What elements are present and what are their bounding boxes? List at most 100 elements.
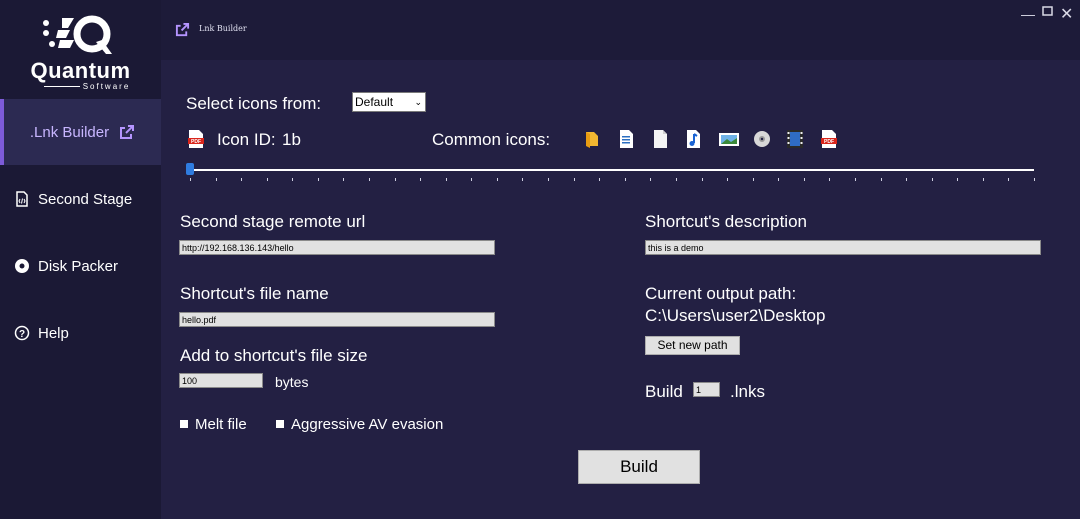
slider-tick bbox=[932, 178, 933, 181]
logo: Quantum Software bbox=[0, 10, 161, 91]
slider-tick bbox=[676, 178, 677, 181]
build-button[interactable]: Build bbox=[578, 450, 700, 484]
close-button[interactable]: ✕ bbox=[1060, 4, 1073, 24]
file-size-unit: bytes bbox=[275, 374, 309, 390]
slider-tick bbox=[957, 178, 958, 181]
slider-tick bbox=[804, 178, 805, 181]
slider-tick bbox=[829, 178, 830, 181]
slider-tick bbox=[625, 178, 626, 181]
external-link-icon bbox=[175, 22, 190, 42]
maximize-button[interactable] bbox=[1042, 4, 1053, 20]
slider-tick bbox=[471, 178, 472, 181]
slider-tick bbox=[292, 178, 293, 181]
sidebar-item-second-stage[interactable]: Second Stage bbox=[0, 174, 161, 224]
music-icon[interactable] bbox=[685, 130, 701, 148]
sidebar-item-label: Second Stage bbox=[38, 190, 133, 208]
disc-icon bbox=[14, 258, 30, 274]
slider-tick bbox=[650, 178, 651, 181]
svg-text:PDF: PDF bbox=[191, 139, 201, 145]
slider-tick bbox=[369, 178, 370, 181]
slider-tick bbox=[727, 178, 728, 181]
sidebar-item-lnk-builder[interactable]: .Lnk Builder bbox=[0, 99, 161, 165]
sidebar-item-label: .Lnk Builder bbox=[29, 123, 110, 141]
slider-tick bbox=[318, 178, 319, 181]
code-file-icon bbox=[14, 191, 30, 207]
quantum-logo-icon bbox=[43, 15, 112, 54]
slider-tick bbox=[267, 178, 268, 181]
blank-page-icon[interactable] bbox=[652, 130, 668, 148]
slider-tick bbox=[241, 178, 242, 181]
minimize-button[interactable]: — bbox=[1021, 6, 1035, 22]
slider-tick bbox=[446, 178, 447, 181]
slider-tick bbox=[1008, 178, 1009, 181]
description-label: Shortcut's description bbox=[645, 212, 807, 231]
slider-tick bbox=[881, 178, 882, 181]
av-evasion-label: Aggressive AV evasion bbox=[291, 416, 444, 433]
title-bar bbox=[161, 0, 1080, 60]
pdf-icon[interactable]: PDF bbox=[821, 130, 837, 148]
build-count-prefix: Build bbox=[645, 382, 683, 401]
question-circle-icon: ? bbox=[14, 325, 30, 341]
file-size-input[interactable]: 100 bbox=[179, 373, 263, 388]
description-input[interactable]: this is a demo bbox=[645, 240, 1041, 255]
icon-slider-track[interactable] bbox=[186, 169, 1034, 171]
slider-tick bbox=[216, 178, 217, 181]
av-evasion-checkbox[interactable] bbox=[276, 420, 284, 428]
slider-tick bbox=[906, 178, 907, 181]
melt-file-label: Melt file bbox=[195, 416, 247, 433]
icon-id-label: Icon ID: bbox=[217, 130, 276, 149]
sidebar-item-label: Help bbox=[38, 324, 69, 342]
slider-tick bbox=[497, 178, 498, 181]
remote-url-input[interactable]: http://192.168.136.143/hello bbox=[179, 240, 495, 255]
slider-tick bbox=[395, 178, 396, 181]
slider-tick bbox=[548, 178, 549, 181]
slider-tick bbox=[702, 178, 703, 181]
pdf-icon: PDF bbox=[188, 130, 204, 153]
slider-tick bbox=[343, 178, 344, 181]
folder-icon[interactable] bbox=[584, 130, 600, 148]
external-link-icon bbox=[119, 124, 135, 140]
common-icons-label: Common icons: bbox=[432, 130, 551, 149]
slider-tick bbox=[190, 178, 191, 181]
icon-id-value: 1b bbox=[282, 130, 301, 149]
slider-tick bbox=[753, 178, 754, 181]
logo-subtitle: Software bbox=[82, 82, 131, 91]
slider-tick bbox=[522, 178, 523, 181]
sidebar-item-label: Disk Packer bbox=[38, 257, 119, 275]
sidebar-item-disk-packer[interactable]: Disk Packer bbox=[0, 241, 161, 291]
slider-tick bbox=[1034, 178, 1035, 181]
chevron-down-icon: ⌄ bbox=[414, 97, 422, 107]
file-size-label: Add to shortcut's file size bbox=[180, 346, 368, 365]
slider-tick bbox=[420, 178, 421, 181]
icon-slider-thumb[interactable] bbox=[186, 163, 194, 175]
sidebar-item-help[interactable]: ? Help bbox=[0, 308, 161, 358]
slider-tick bbox=[574, 178, 575, 181]
output-path-label: Current output path: bbox=[645, 284, 797, 303]
video-icon[interactable] bbox=[787, 130, 803, 148]
icon-source-value: Default bbox=[355, 95, 394, 109]
build-count-suffix: .lnks bbox=[730, 382, 765, 401]
maximize-icon bbox=[1042, 6, 1053, 16]
document-icon[interactable] bbox=[618, 130, 634, 148]
slider-tick bbox=[778, 178, 779, 181]
remote-url-label: Second stage remote url bbox=[180, 212, 366, 231]
output-path-value: C:\Users\user2\Desktop bbox=[645, 306, 826, 325]
set-new-path-button[interactable]: Set new path bbox=[645, 336, 740, 355]
select-icons-label: Select icons from: bbox=[186, 94, 322, 113]
build-count-input[interactable]: 1 bbox=[693, 382, 720, 397]
file-name-label: Shortcut's file name bbox=[180, 284, 329, 303]
icon-source-select[interactable]: Default ⌄ bbox=[352, 92, 426, 112]
image-icon[interactable] bbox=[719, 130, 739, 148]
slider-tick bbox=[855, 178, 856, 181]
slider-tick bbox=[599, 178, 600, 181]
file-name-input[interactable]: hello.pdf bbox=[179, 312, 495, 327]
slider-tick bbox=[983, 178, 984, 181]
svg-text:?: ? bbox=[19, 329, 25, 340]
window-title: Lnk Builder bbox=[199, 24, 247, 33]
logo-name: Quantum bbox=[30, 58, 131, 83]
svg-text:PDF: PDF bbox=[824, 139, 834, 145]
melt-file-checkbox[interactable] bbox=[180, 420, 188, 428]
slider-ticks bbox=[190, 178, 1035, 182]
sidebar: Quantum Software .Lnk Builder Second Sta… bbox=[0, 0, 161, 519]
disc-icon[interactable] bbox=[753, 130, 770, 148]
